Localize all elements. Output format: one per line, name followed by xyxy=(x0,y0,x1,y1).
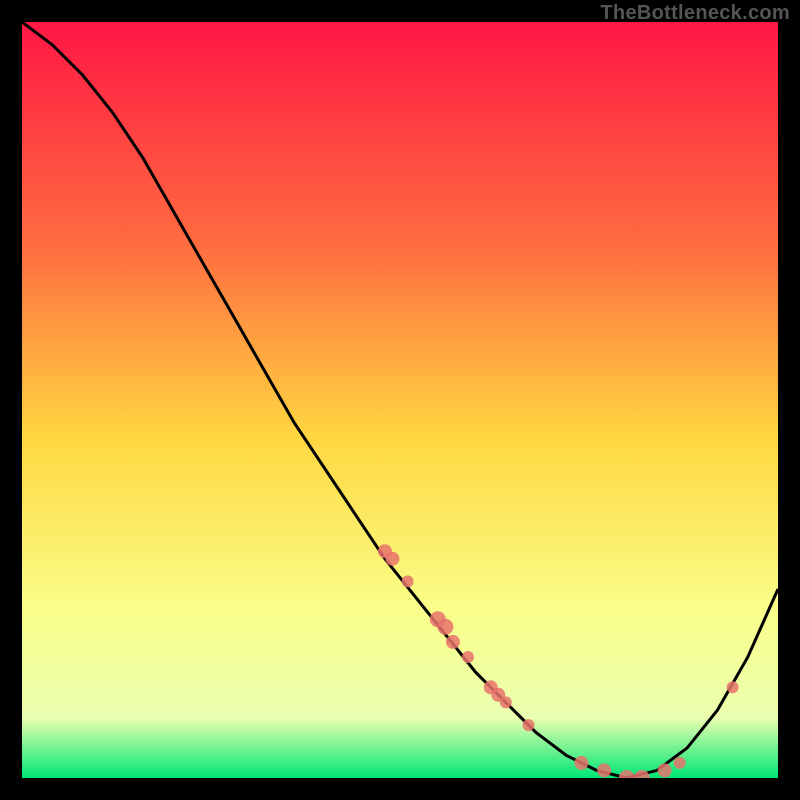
marker-dot xyxy=(727,681,739,693)
marker-dot xyxy=(574,756,588,770)
marker-dot xyxy=(597,763,611,777)
marker-dot xyxy=(674,757,686,769)
marker-dot xyxy=(446,635,460,649)
marker-dot xyxy=(523,719,535,731)
chart-plot-area xyxy=(22,22,778,778)
marker-dot xyxy=(462,651,474,663)
bottleneck-chart-svg xyxy=(22,22,778,778)
gradient-background xyxy=(22,22,778,778)
marker-dot xyxy=(500,696,512,708)
marker-dot xyxy=(402,575,414,587)
marker-dot xyxy=(658,763,672,777)
marker-dot xyxy=(385,552,399,566)
watermark-text: TheBottleneck.com xyxy=(600,2,790,25)
chart-container xyxy=(22,22,778,778)
marker-dot xyxy=(437,619,453,635)
